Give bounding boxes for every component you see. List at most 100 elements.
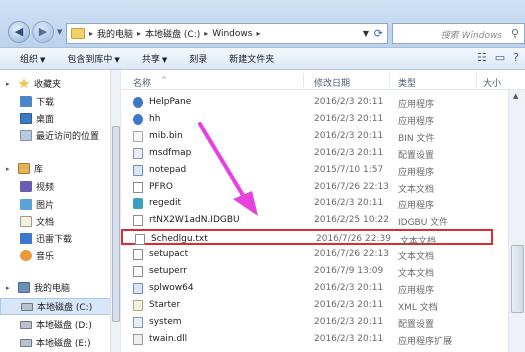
file-row[interactable]: Starter 2016/2/3 20:11 XML 文档 [121, 297, 493, 313]
sort-caret-icon: ^ [161, 76, 167, 84]
file-row[interactable]: rtNX2W1adN.IDGBU 2016/2/25 10:22 IDGBU 文件 [121, 212, 493, 228]
command-bar: 组织 ▼ 包含到库中 ▼ 共享 ▼ 刻录 新建文件夹 ☷ ▭ ? [0, 48, 525, 70]
file-row[interactable]: HelpPane 2016/2/3 20:11 应用程序 [121, 94, 493, 110]
breadcrumb-windows[interactable]: Windows [212, 29, 252, 39]
navigation-pane: ▸ 收藏夹 下载 桌面 最近访问的位置 ▸ 库视频 图片 文档 迅雷下载音乐 ▸ 我的电脑本地磁盘 (… [0, 70, 120, 352]
file-modified-date: 2016/7/9 13:09 [314, 266, 384, 276]
preview-pane-icon[interactable]: ▭ [495, 51, 505, 64]
file-type: 应用程序 [398, 116, 435, 127]
sidebar-item[interactable]: 本地磁盘 (C:) [0, 298, 119, 315]
file-row[interactable]: system 2016/2/3 20:11 配置设置 [121, 314, 493, 330]
sidebar-item[interactable]: ▸ 我的电脑 [0, 279, 119, 296]
file-name: notepad [149, 164, 187, 175]
sidebar-item[interactable]: 桌面 [0, 110, 119, 127]
sidebar-item-label: 本地磁盘 (E:) [36, 339, 91, 349]
refresh-icon[interactable]: ⟳ [374, 27, 383, 40]
title-bar: ◀ ▶ ▼ ▸ 我的电脑 ▸ 本地磁盘 (C:) ▸ Windows ▸ ▼ ⟳… [0, 0, 525, 48]
file-row[interactable]: setuperr 2016/7/9 13:09 文本文档 [121, 263, 493, 279]
file-modified-date: 2016/2/3 20:11 [314, 147, 384, 158]
file-list-scrollbar[interactable]: ▲ [508, 90, 525, 352]
share-menu[interactable]: 共享 ▼ [142, 52, 167, 65]
organize-menu[interactable]: 组织 ▼ [20, 52, 45, 65]
include-in-library-menu[interactable]: 包含到库中 ▼ [67, 52, 119, 65]
file-row[interactable]: hh 2016/2/3 20:11 应用程序 [121, 111, 493, 127]
disk-icon [20, 338, 32, 347]
sidebar-item[interactable]: 本地磁盘 (E:) [0, 334, 119, 351]
expand-arrow-icon[interactable]: ▸ [6, 165, 14, 173]
file-modified-date: 2016/7/26 22:39 [316, 234, 391, 245]
file-name: rtNX2W1adN.IDGBU [149, 215, 240, 226]
file-type: BIN 文件 [398, 133, 435, 144]
recent-pages-dropdown-icon[interactable]: ▼ [57, 28, 62, 36]
file-type: 应用程序 [398, 201, 435, 212]
sidebar-item-label: 音乐 [36, 252, 55, 262]
column-header-size[interactable]: 大小 [483, 76, 501, 89]
breadcrumb-drive-c[interactable]: 本地磁盘 (C:) [145, 27, 200, 40]
folder-icon [71, 28, 85, 39]
sidebar-item[interactable]: 迅雷下载 [0, 230, 119, 247]
address-bar[interactable]: ▸ 我的电脑 ▸ 本地磁盘 (C:) ▸ Windows ▸ ▼ ⟳ [66, 23, 388, 44]
sidebar-item[interactable]: 图片 [0, 196, 119, 213]
back-button[interactable]: ◀ [8, 21, 30, 43]
sidebar-item[interactable]: ▸ 库 [0, 160, 119, 177]
search-input[interactable]: 搜索 Windows ⚲ [392, 23, 525, 44]
view-options-icon[interactable]: ☷ [477, 51, 487, 64]
file-row[interactable]: regedit 2016/2/3 20:11 应用程序 [121, 195, 493, 211]
computer-icon [18, 282, 30, 293]
expand-arrow-icon[interactable]: ▸ [6, 80, 14, 88]
navigation-scrollbar[interactable] [110, 70, 120, 352]
bin-file-icon [133, 130, 143, 142]
file-modified-date: 2016/2/3 20:11 [314, 113, 384, 124]
file-row[interactable]: PFRO 2016/7/26 22:13 文本文档 [121, 179, 493, 195]
dll-file-icon [133, 333, 143, 345]
sidebar-item[interactable]: 最近访问的位置 [0, 127, 119, 144]
scroll-up-icon[interactable]: ▲ [513, 92, 518, 100]
file-type: 应用程序扩展 [398, 336, 453, 347]
file-row[interactable]: twain.dll 2016/2/3 20:11 应用程序扩展 [121, 331, 493, 347]
column-header-date[interactable]: 修改日期 [314, 76, 350, 89]
file-row[interactable]: setupact 2016/7/26 22:13 文本文档 [121, 246, 493, 262]
expand-arrow-icon[interactable]: ▸ [6, 284, 14, 292]
address-history-dropdown-icon[interactable]: ▼ [363, 29, 369, 38]
scrollbar-thumb[interactable] [511, 245, 524, 313]
column-divider[interactable] [303, 73, 304, 87]
file-row[interactable]: splwow64 2016/2/3 20:11 应用程序 [121, 280, 493, 296]
dropdown-arrow-icon: ▼ [114, 56, 120, 64]
scrollbar-thumb[interactable] [112, 126, 120, 322]
sidebar-item[interactable]: 音乐 [0, 247, 119, 264]
file-row[interactable]: mib.bin 2016/2/3 20:11 BIN 文件 [121, 128, 493, 144]
help-icon[interactable]: ? [513, 51, 519, 64]
chevron-right-icon[interactable]: ▸ [204, 29, 208, 38]
file-row[interactable]: msdfmap 2016/2/3 20:11 配置设置 [121, 145, 493, 161]
file-name: mib.bin [149, 130, 183, 141]
help-icon [133, 97, 143, 108]
file-row-highlighted[interactable]: Schedlgu.txt 2016/7/26 22:39 文本文档 [121, 229, 493, 247]
sidebar-item[interactable]: 视频 [0, 178, 119, 195]
text-file-icon [135, 234, 145, 246]
forward-button[interactable]: ▶ [32, 21, 54, 43]
column-header-type[interactable]: 类型 [398, 76, 416, 89]
help-icon [133, 113, 143, 125]
file-type: XML 文档 [398, 302, 438, 313]
search-icon[interactable]: ⚲ [511, 27, 519, 40]
file-name: twain.dll [149, 333, 188, 344]
chevron-right-icon[interactable]: ▸ [137, 29, 141, 38]
pictures-icon [20, 199, 32, 210]
column-divider[interactable] [476, 73, 477, 87]
chevron-right-icon[interactable]: ▸ [89, 29, 93, 38]
column-header-name[interactable]: 名称 [133, 76, 151, 89]
sidebar-item[interactable]: 下载 [0, 93, 119, 110]
file-name: splwow64 [149, 282, 194, 293]
column-divider[interactable] [389, 73, 390, 87]
sidebar-item[interactable]: 本地磁盘 (D:) [0, 316, 119, 333]
sidebar-item[interactable]: ▸ 收藏夹 [0, 75, 119, 92]
new-folder-button[interactable]: 新建文件夹 [229, 52, 274, 65]
search-placeholder: 搜索 Windows [440, 31, 502, 41]
burn-button[interactable]: 刻录 [189, 52, 207, 65]
file-row[interactable]: notepad 2015/7/10 1:57 应用程序 [121, 162, 493, 178]
forward-arrow-icon: ▶ [38, 25, 48, 38]
breadcrumb-computer[interactable]: 我的电脑 [97, 27, 133, 40]
sidebar-item[interactable]: 文档 [0, 213, 119, 230]
chevron-right-icon[interactable]: ▸ [256, 29, 260, 38]
file-name: PFRO [149, 181, 173, 192]
